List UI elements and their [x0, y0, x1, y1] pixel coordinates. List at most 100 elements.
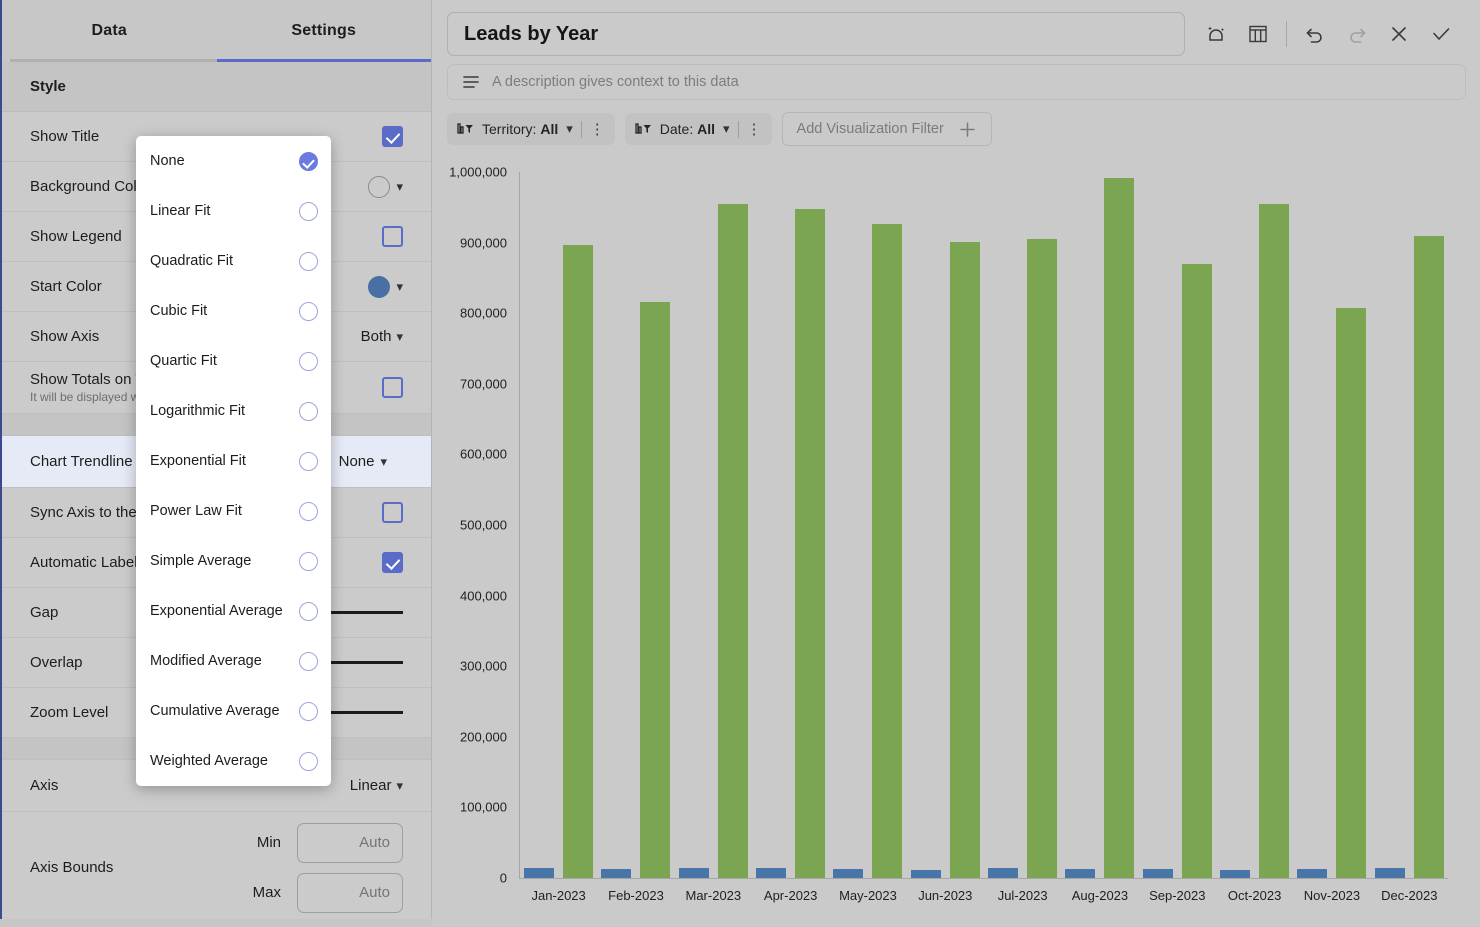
show-title-checkbox[interactable]	[382, 126, 403, 147]
trendline-option-label: Exponential Fit	[150, 453, 246, 469]
chart-trendline-dropdown[interactable]: None ▾	[322, 446, 403, 477]
axis-value: Linear	[349, 777, 392, 794]
show-legend-checkbox[interactable]	[382, 226, 403, 247]
trendline-option-radio[interactable]	[299, 551, 318, 571]
chart-title-input[interactable]: Leads by Year	[447, 12, 1185, 56]
chevron-down-icon[interactable]: ▾	[566, 121, 573, 137]
trendline-option-list: None Linear Fit Quadratic Fit Cubic Fit Quar…	[136, 136, 331, 786]
ai-magic-icon[interactable]	[1197, 15, 1235, 53]
table-icon[interactable]	[1239, 15, 1277, 53]
trendline-option[interactable]: Exponential Average	[136, 586, 331, 636]
sync-axis-checkbox[interactable]	[382, 502, 403, 523]
axis-dropdown[interactable]: Linear ▾	[350, 777, 403, 794]
bar-groups	[520, 172, 1448, 878]
tab-settings[interactable]: Settings	[217, 0, 432, 62]
trendline-option[interactable]: Simple Average	[136, 536, 331, 586]
filter-date-menu-icon[interactable]: ⋮	[747, 122, 762, 137]
trendline-option[interactable]: Exponential Fit	[136, 436, 331, 486]
check-icon[interactable]	[1422, 15, 1460, 53]
plus-icon	[960, 121, 975, 137]
chevron-down-icon[interactable]: ▾	[723, 121, 730, 137]
trendline-option[interactable]: Logarithmic Fit	[136, 386, 331, 436]
bar[interactable]	[949, 241, 980, 878]
axis-bound-min-input[interactable]	[297, 822, 403, 863]
trendline-option[interactable]: Modified Average	[136, 636, 331, 686]
x-axis-tick-label: Feb-2023	[608, 888, 664, 903]
bar[interactable]	[1297, 868, 1328, 878]
setting-label-start-color: Start Color	[30, 278, 102, 295]
automatic-label-rotation-checkbox[interactable]	[382, 552, 403, 573]
bar[interactable]	[678, 867, 709, 878]
trendline-option-radio[interactable]	[299, 251, 318, 271]
x-axis-tick-label: Apr-2023	[763, 888, 818, 903]
x-axis-tick-label: May-2023	[839, 888, 897, 903]
bar[interactable]	[524, 868, 555, 878]
chevron-down-icon[interactable]: ▾	[396, 179, 403, 195]
bar[interactable]	[1336, 308, 1367, 878]
bar[interactable]	[756, 868, 787, 878]
bar[interactable]	[795, 209, 826, 878]
trendline-option[interactable]: Cubic Fit	[136, 286, 331, 336]
bar[interactable]	[833, 868, 864, 878]
show-totals-checkbox[interactable]	[382, 377, 403, 398]
bar[interactable]	[1142, 869, 1173, 878]
trendline-option[interactable]: Quartic Fit	[136, 336, 331, 386]
axis-bound-min: Min	[257, 822, 403, 863]
trendline-option-radio-selected[interactable]	[299, 151, 318, 171]
background-color-picker[interactable]: ▾	[368, 175, 403, 198]
trendline-option[interactable]: Weighted Average	[136, 736, 331, 786]
start-color-swatch[interactable]	[368, 275, 391, 298]
pill-separator	[580, 120, 582, 138]
chart-trendline-options-popup: None Linear Fit Quadratic Fit Cubic Fit Quar…	[136, 136, 331, 786]
y-axis-tick-label: 700,000	[460, 376, 507, 392]
trendline-option-radio[interactable]	[299, 201, 318, 221]
trendline-option[interactable]: Cumulative Average	[136, 686, 331, 736]
trendline-option[interactable]: Quadratic Fit	[136, 236, 331, 286]
bar[interactable]	[563, 244, 594, 878]
bar[interactable]	[1374, 868, 1405, 878]
undo-icon[interactable]	[1296, 15, 1334, 53]
bar[interactable]	[1181, 263, 1212, 878]
trendline-option-radio[interactable]	[299, 501, 318, 521]
axis-bound-max-input[interactable]	[297, 872, 403, 913]
bar[interactable]	[1413, 236, 1444, 878]
show-axis-dropdown[interactable]: Both ▾	[361, 328, 403, 345]
bar[interactable]	[640, 301, 671, 878]
bar-group	[907, 172, 984, 878]
trendline-option-radio[interactable]	[299, 301, 318, 321]
start-color-picker[interactable]: ▾	[368, 275, 403, 298]
app-root: Data Settings Style Show Title Backgroun…	[0, 0, 1480, 927]
bar[interactable]	[872, 223, 903, 878]
bar[interactable]	[910, 869, 941, 878]
bar[interactable]	[1027, 239, 1058, 878]
filter-territory-menu-icon[interactable]: ⋮	[590, 122, 605, 137]
chevron-down-icon[interactable]: ▾	[396, 279, 403, 295]
trendline-option[interactable]: None	[136, 136, 331, 186]
trendline-option-radio[interactable]	[299, 701, 318, 721]
add-visualization-filter-button[interactable]: Add Visualization Filter	[781, 112, 992, 146]
chart-trendline-value: None	[338, 453, 375, 470]
bar[interactable]	[601, 868, 632, 878]
bar[interactable]	[717, 203, 748, 878]
chart-description-input[interactable]: A description gives context to this data	[447, 64, 1466, 100]
bar[interactable]	[1220, 869, 1251, 878]
bar[interactable]	[1065, 868, 1096, 878]
trendline-option[interactable]: Linear Fit	[136, 186, 331, 236]
bar[interactable]	[1259, 204, 1290, 878]
bar-group	[1139, 172, 1216, 878]
trendline-option-radio[interactable]	[299, 651, 318, 671]
x-axis-tick-label: Oct-2023	[1227, 888, 1282, 903]
filter-pill-territory[interactable]: Territory: All ▾ ⋮	[447, 113, 615, 145]
trendline-option[interactable]: Power Law Fit	[136, 486, 331, 536]
trendline-option-radio[interactable]	[299, 351, 318, 371]
trendline-option-radio[interactable]	[299, 601, 318, 621]
trendline-option-radio[interactable]	[299, 751, 318, 771]
trendline-option-radio[interactable]	[299, 401, 318, 421]
background-color-swatch[interactable]	[368, 175, 391, 198]
filter-pill-date[interactable]: Date: All ▾ ⋮	[624, 113, 772, 145]
close-icon[interactable]	[1380, 15, 1418, 53]
tab-data[interactable]: Data	[2, 0, 217, 62]
bar[interactable]	[988, 868, 1019, 878]
bar[interactable]	[1104, 178, 1135, 878]
trendline-option-radio[interactable]	[299, 451, 318, 471]
